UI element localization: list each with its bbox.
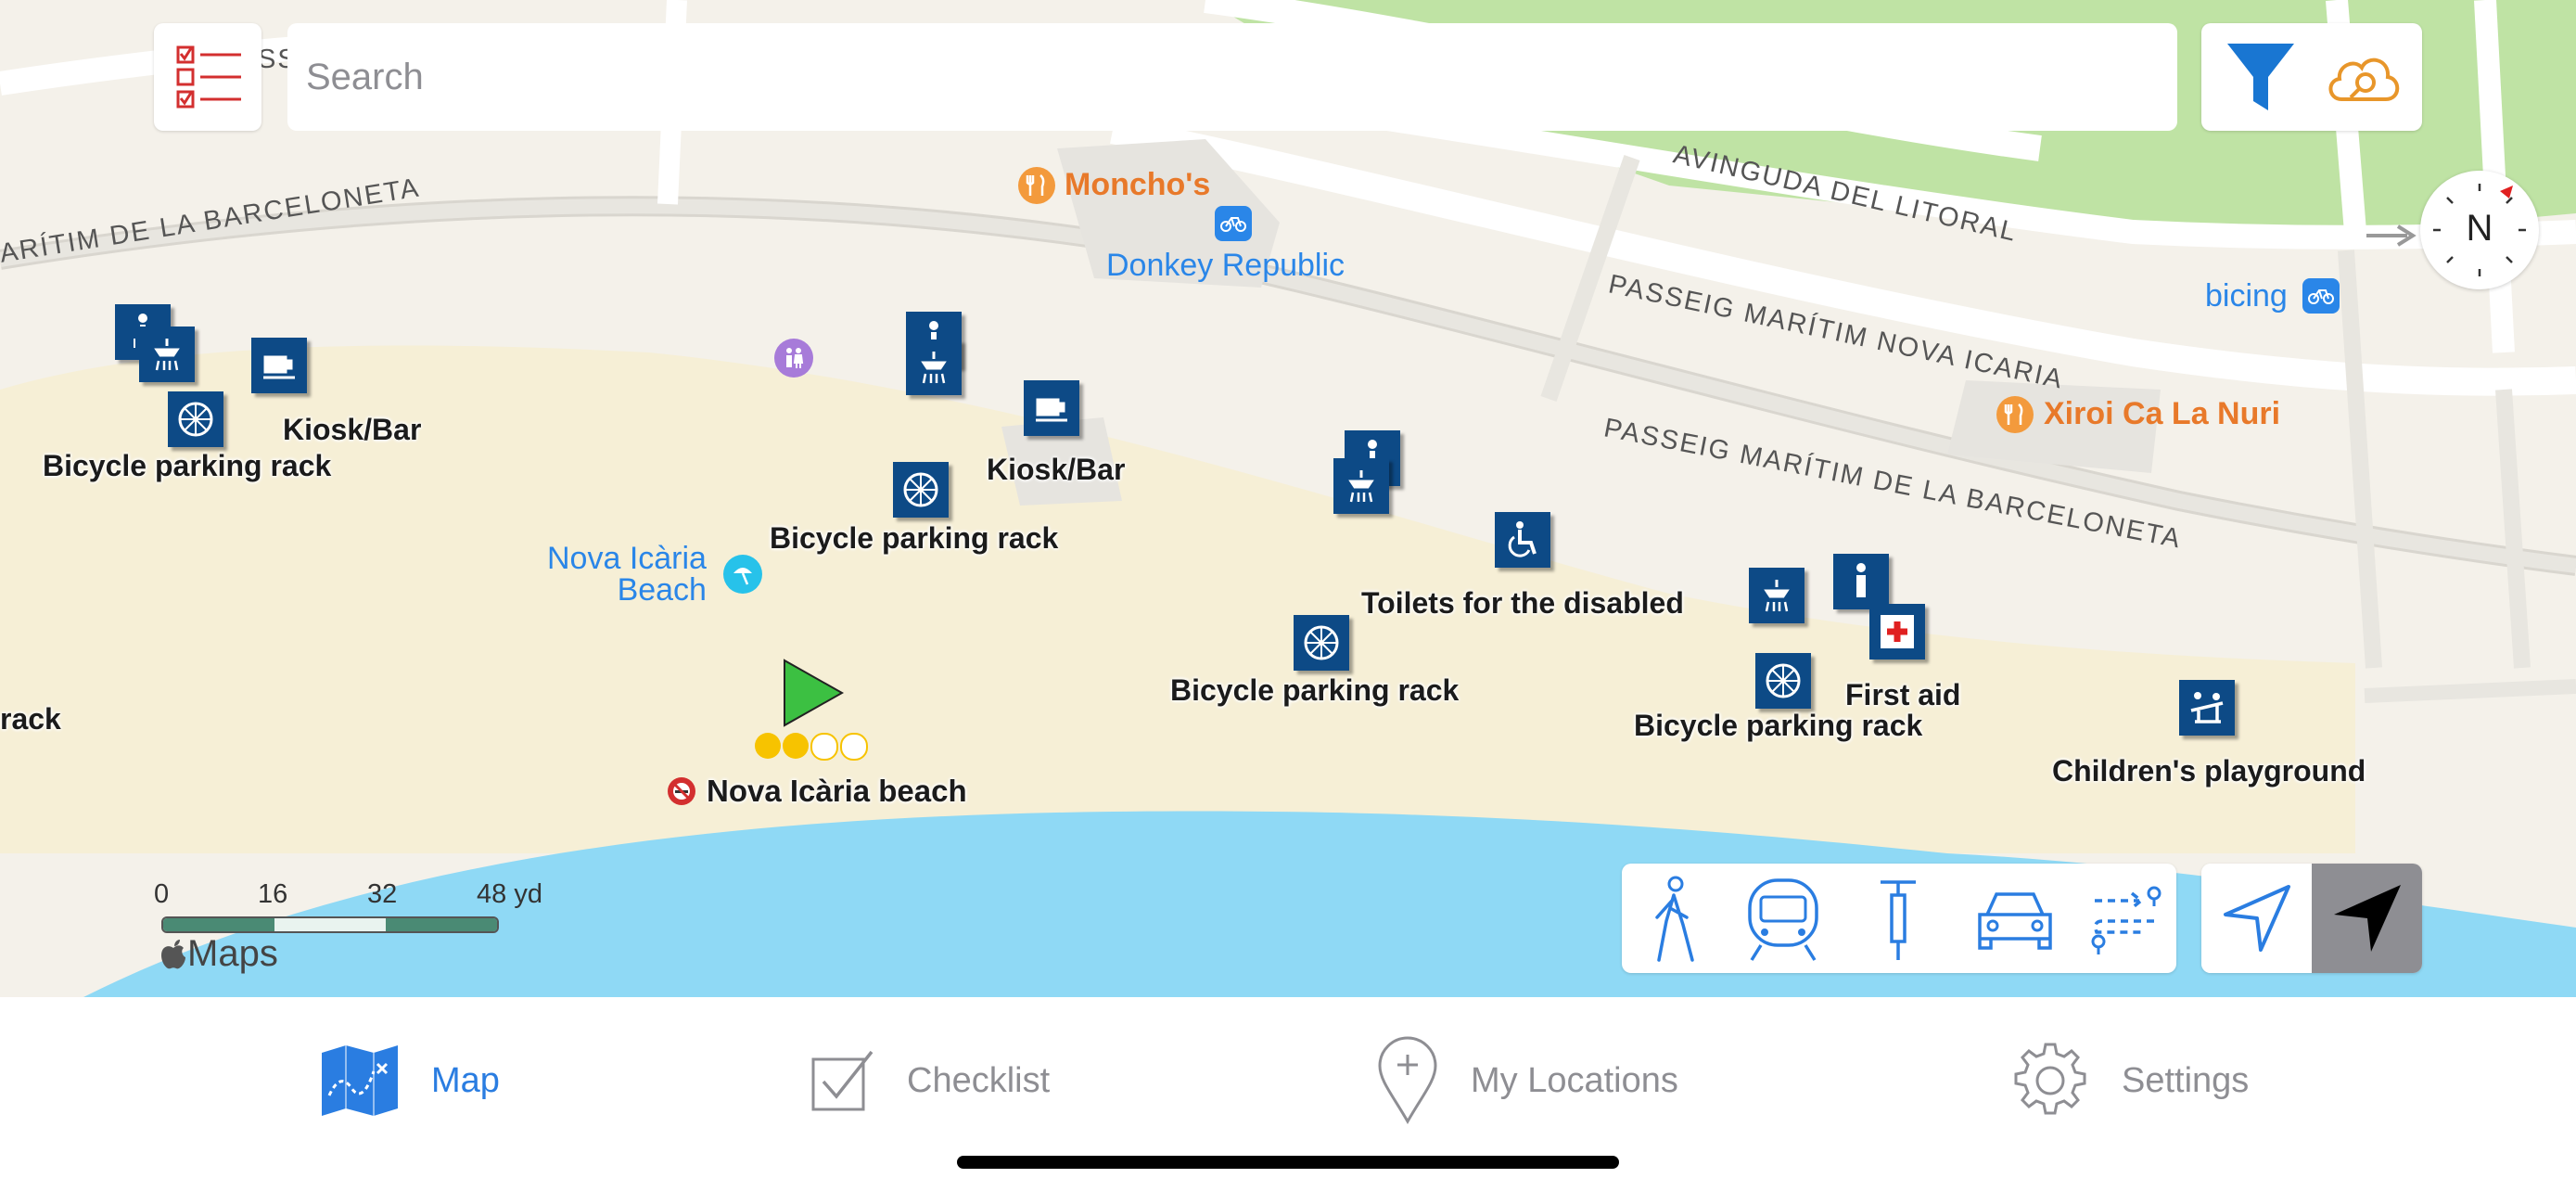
place-nova-icaria-beach[interactable]: Nova Icària Beach — [547, 543, 707, 606]
maps-attribution-label: Maps — [187, 933, 278, 974]
restaurant-icon[interactable] — [1018, 167, 1055, 204]
route-icon — [2091, 886, 2162, 954]
place-xiroi[interactable]: Xiroi Ca La Nuri — [2044, 396, 2280, 432]
bicycle-parking-icon[interactable] — [168, 391, 223, 447]
apple-logo-icon — [161, 939, 185, 968]
rating-dot-filled — [783, 733, 809, 759]
shower-icon[interactable] — [139, 327, 195, 382]
tab-checklist-label: Checklist — [907, 1060, 1051, 1100]
pin-icon — [1378, 1036, 1437, 1125]
shower-icon[interactable] — [1749, 568, 1804, 623]
bike-icon — [1881, 880, 1916, 960]
poi-label-toilets-disabled: Toilets for the disabled — [1361, 586, 1684, 620]
bike-share-icon[interactable] — [2302, 278, 2340, 314]
transport-mode-bar — [1622, 864, 2176, 973]
scale-label: 16 — [258, 879, 288, 909]
restroom-icon[interactable] — [774, 339, 813, 378]
heading-tracking-button[interactable] — [2312, 864, 2422, 973]
poi-label-kiosk-bar: Kiosk/Bar — [283, 413, 422, 446]
no-smoking-icon — [668, 777, 695, 805]
poi-label-first-aid: First aid — [1845, 678, 1961, 711]
scale-bar — [161, 916, 499, 933]
poi-label-kiosk-bar: Kiosk/Bar — [987, 453, 1126, 486]
map-icon — [322, 1045, 398, 1116]
kiosk-bar-icon[interactable] — [251, 338, 307, 393]
transit-icon — [1748, 878, 1818, 961]
place-donkey-republic[interactable]: Donkey Republic — [1106, 248, 1345, 284]
place-bicing[interactable]: bicing — [2205, 278, 2288, 314]
scale-label: 32 — [367, 879, 398, 909]
map-view[interactable]: AVINGUDA DEL LITORAL PASSEIG MARÍTIM NOV… — [0, 0, 2576, 997]
scale-label: 0 — [154, 879, 170, 909]
wheelchair-icon[interactable] — [1495, 512, 1550, 568]
bike-share-icon[interactable] — [1215, 206, 1252, 241]
poi-label-playground: Children's playground — [2052, 754, 2366, 788]
poi-label-bicycle-parking: Bicycle parking rack — [43, 449, 332, 482]
home-indicator[interactable] — [957, 1156, 1619, 1169]
walk-mode-button[interactable] — [1627, 873, 1720, 966]
tab-my-locations[interactable]: My Locations — [1376, 1025, 1678, 1136]
checklist-toggle-button[interactable] — [154, 23, 261, 131]
compass-button[interactable]: N — [2420, 171, 2539, 289]
rating-dot-filled — [755, 733, 781, 759]
beach-flag-marker[interactable] — [781, 659, 846, 732]
tab-settings-label: Settings — [2122, 1060, 2250, 1100]
bicycle-parking-icon[interactable] — [1294, 615, 1349, 671]
scale-label: 48 yd — [477, 879, 542, 909]
filter-icon — [2227, 44, 2294, 110]
restaurant-icon[interactable] — [1996, 396, 2034, 433]
transit-mode-button[interactable] — [1737, 873, 1830, 966]
location-arrow-outline-icon — [2223, 885, 2290, 952]
information-icon[interactable] — [1833, 554, 1889, 609]
compass-north-label: N — [2466, 208, 2493, 249]
map-base — [0, 0, 2576, 997]
checklist-icon — [176, 45, 241, 109]
walk-icon — [1655, 876, 1694, 962]
shower-icon[interactable] — [1333, 458, 1389, 514]
filter-cloud-group — [2201, 23, 2422, 131]
cloud-search-icon — [2328, 58, 2400, 101]
gear-icon — [2014, 1043, 2086, 1115]
tab-my-locations-label: My Locations — [1471, 1060, 1678, 1100]
location-arrow-filled-icon — [2333, 885, 2401, 952]
tab-settings[interactable]: Settings — [2010, 1025, 2249, 1136]
cloud-search-button[interactable] — [2322, 36, 2404, 118]
bicycle-parking-icon[interactable] — [1755, 653, 1811, 709]
checklist-icon — [811, 1050, 874, 1111]
car-mode-button[interactable] — [1969, 873, 2061, 966]
filter-button[interactable] — [2220, 36, 2302, 118]
rating-dot-empty — [840, 733, 868, 761]
tab-map[interactable]: Map — [320, 1025, 500, 1136]
poi-label-fragment: rack — [0, 702, 61, 736]
beach-umbrella-icon[interactable] — [723, 555, 762, 594]
search-input[interactable] — [287, 23, 2177, 131]
beach-rating — [755, 733, 868, 761]
location-controls — [2201, 864, 2422, 973]
first-aid-icon[interactable] — [1869, 604, 1925, 660]
poi-label-bicycle-parking: Bicycle parking rack — [1170, 673, 1460, 707]
place-monchos[interactable]: Moncho's — [1065, 167, 1210, 203]
maps-attribution: Maps — [159, 933, 278, 975]
location-button[interactable] — [2201, 864, 2312, 973]
shower-icon[interactable] — [906, 339, 962, 395]
playground-icon[interactable] — [2179, 680, 2235, 736]
poi-label-bicycle-parking: Bicycle parking rack — [770, 521, 1059, 555]
bike-mode-button[interactable] — [1852, 873, 1945, 966]
bicycle-parking-icon[interactable] — [893, 462, 949, 518]
route-mode-button[interactable] — [2080, 873, 2173, 966]
kiosk-bar-icon[interactable] — [1024, 380, 1079, 436]
heading-arrow-icon — [2366, 224, 2417, 247]
rating-dot-empty — [810, 733, 838, 761]
tab-map-label: Map — [431, 1060, 500, 1100]
poi-label-nova-icaria-beach[interactable]: Nova Icària beach — [707, 774, 967, 809]
tab-checklist[interactable]: Checklist — [810, 1025, 1050, 1136]
poi-label-bicycle-parking: Bicycle parking rack — [1634, 709, 1923, 742]
car-icon — [1978, 892, 2052, 950]
